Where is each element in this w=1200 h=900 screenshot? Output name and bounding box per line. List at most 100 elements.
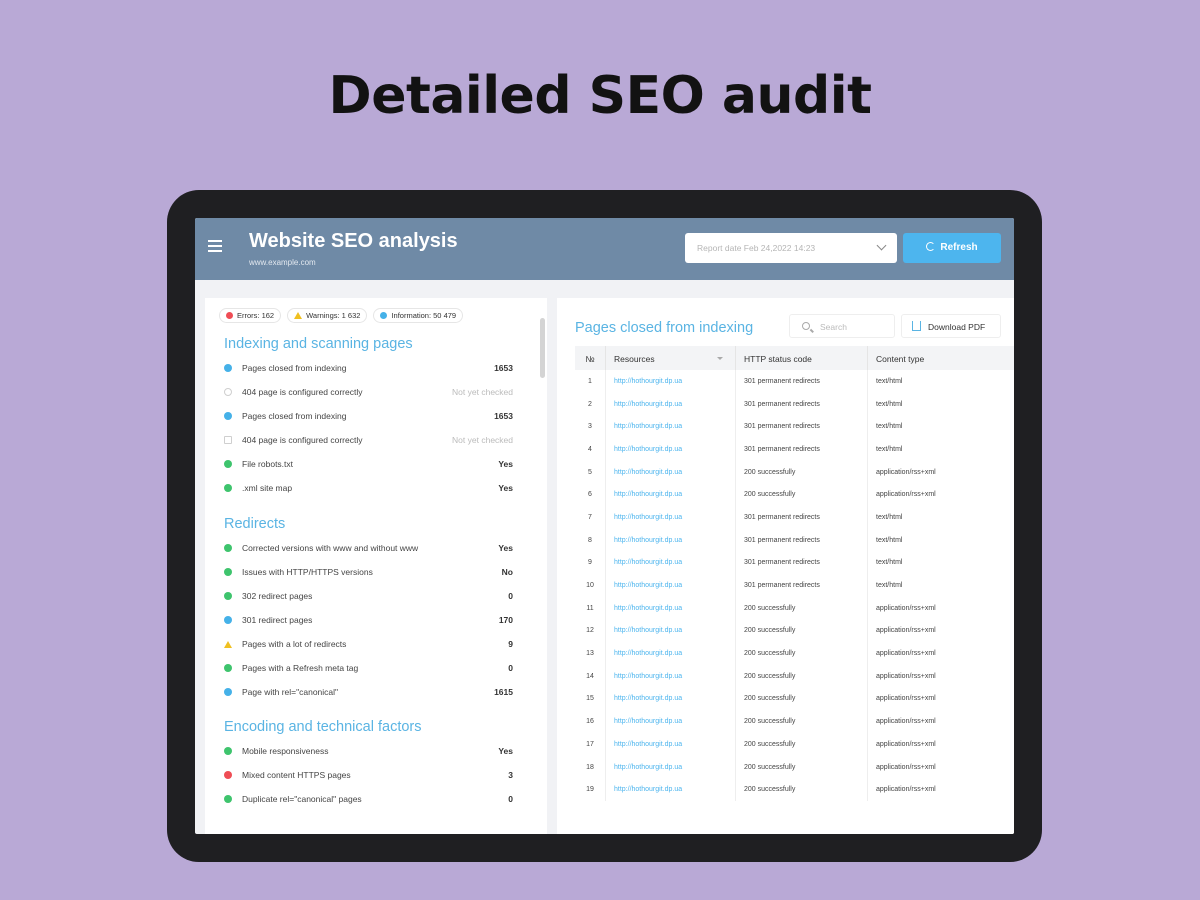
audit-item-label: Pages with a Refresh meta tag <box>242 663 359 673</box>
issue-count-chip[interactable]: Information: 50 479 <box>373 308 464 323</box>
row-number: 16 <box>575 710 606 733</box>
resource-link[interactable]: http://hothourgit.dp.ua <box>606 664 736 688</box>
table-row: 3 http://hothourgit.dp.ua 301 permanent re… <box>575 415 1014 439</box>
http-status: 200 successfully <box>736 460 868 484</box>
resource-link[interactable]: http://hothourgit.dp.ua <box>606 596 736 620</box>
row-number: 12 <box>575 619 606 643</box>
audit-item[interactable]: 404 page is configured correctly Not yet … <box>224 380 524 404</box>
audit-item-label: Pages with a lot of redirects <box>242 639 347 649</box>
resource-link[interactable]: http://hothourgit.dp.ua <box>606 506 736 529</box>
resource-link[interactable]: http://hothourgit.dp.ua <box>606 642 736 665</box>
resource-link[interactable]: http://hothourgit.dp.ua <box>606 392 736 416</box>
audit-item[interactable]: Issues with HTTP/HTTPS versions No <box>224 560 524 584</box>
audit-item-value: Yes <box>498 459 513 469</box>
download-pdf-label: Download PDF <box>928 322 986 332</box>
row-number: 18 <box>575 755 606 779</box>
resource-link[interactable]: http://hothourgit.dp.ua <box>606 755 736 779</box>
row-number: 14 <box>575 664 606 688</box>
audit-item[interactable]: .xml site map Yes <box>224 476 524 500</box>
warning-icon <box>224 640 232 648</box>
error-icon <box>226 312 233 319</box>
content-type: text/html <box>876 559 903 567</box>
table-row: 8 http://hothourgit.dp.ua 301 permanent re… <box>575 528 1014 552</box>
section-title: Indexing and scanning pages <box>224 336 413 352</box>
audit-item[interactable]: Pages closed from indexing 1653 <box>224 356 524 380</box>
content-type: text/html <box>876 536 903 544</box>
resource-link[interactable]: http://hothourgit.dp.ua <box>606 710 736 733</box>
section-title: Encoding and technical factors <box>224 719 422 735</box>
scrollbar-thumb[interactable] <box>540 318 545 378</box>
check-status-icon <box>224 484 232 492</box>
content-type: text/html <box>876 445 903 453</box>
resource-link[interactable]: http://hothourgit.dp.ua <box>606 483 736 507</box>
hamburger-menu-icon[interactable] <box>208 240 222 252</box>
http-status: 200 successfully <box>736 642 868 665</box>
http-status: 301 permanent redirects <box>736 574 868 597</box>
audit-item-value: Yes <box>498 543 513 553</box>
http-status: 200 successfully <box>736 778 868 802</box>
table-header: № Resources HTTP status code Content typ… <box>575 346 1014 370</box>
report-date-select[interactable]: Report date Feb 24,2022 14:23 <box>685 233 897 263</box>
audit-item[interactable]: Duplicate rel="canonical" pages 0 <box>224 787 524 811</box>
table-row: 5 http://hothourgit.dp.ua 200 successfully… <box>575 460 1014 484</box>
table-row: 18 http://hothourgit.dp.ua 200 successfull… <box>575 755 1014 779</box>
resource-link[interactable]: http://hothourgit.dp.ua <box>606 415 736 439</box>
http-status: 200 successfully <box>736 687 868 711</box>
info-status-icon <box>224 688 232 696</box>
audit-summary-panel: Errors: 162 Warnings: 1 632 Information: 5… <box>205 298 547 834</box>
audit-item-value: 0 <box>508 591 513 601</box>
audit-item[interactable]: 302 redirect pages 0 <box>224 584 524 608</box>
content-type: application/rss+xml <box>876 604 936 612</box>
audit-item[interactable]: Corrected versions with www and without … <box>224 536 524 560</box>
check-status-icon <box>224 664 232 672</box>
resource-link[interactable]: http://hothourgit.dp.ua <box>606 778 736 802</box>
audit-item-value: 1653 <box>494 363 513 373</box>
row-number: 3 <box>575 415 606 439</box>
error-status-icon <box>224 771 232 779</box>
column-header-content-type[interactable]: Content type <box>868 346 1014 370</box>
issue-count-chip[interactable]: Errors: 162 <box>219 308 282 323</box>
resource-link[interactable]: http://hothourgit.dp.ua <box>606 687 736 711</box>
audit-item[interactable]: Mobile responsiveness Yes <box>224 739 524 763</box>
info-status-icon <box>224 364 232 372</box>
audit-item[interactable]: Page with rel="canonical" 1615 <box>224 680 524 704</box>
row-number: 4 <box>575 438 606 461</box>
content-type: application/rss+xml <box>876 740 936 748</box>
issue-counters: Errors: 162 Warnings: 1 632 Information: 5… <box>219 308 464 323</box>
details-title: Pages closed from indexing <box>575 320 754 336</box>
check-status-icon <box>224 592 232 600</box>
row-number: 10 <box>575 574 606 597</box>
issue-count-chip[interactable]: Warnings: 1 632 <box>287 308 368 323</box>
resource-link[interactable]: http://hothourgit.dp.ua <box>606 619 736 643</box>
audit-item-label: Pages closed from indexing <box>242 363 347 373</box>
table-row: 9 http://hothourgit.dp.ua 301 permanent re… <box>575 551 1014 575</box>
refresh-button[interactable]: Refresh <box>903 233 1001 263</box>
column-header-status[interactable]: HTTP status code <box>736 346 868 370</box>
audit-item[interactable]: Pages with a lot of redirects 9 <box>224 632 524 656</box>
audit-item[interactable]: Pages with a Refresh meta tag 0 <box>224 656 524 680</box>
resource-link[interactable]: http://hothourgit.dp.ua <box>606 438 736 461</box>
resource-link[interactable]: http://hothourgit.dp.ua <box>606 551 736 575</box>
table-row: 19 http://hothourgit.dp.ua 200 successfull… <box>575 778 1014 802</box>
resource-link[interactable]: http://hothourgit.dp.ua <box>606 370 736 393</box>
audit-item-value: Not yet checked <box>452 387 513 397</box>
table-row: 14 http://hothourgit.dp.ua 200 successfull… <box>575 664 1014 688</box>
http-status: 301 permanent redirects <box>736 506 868 529</box>
resource-link[interactable]: http://hothourgit.dp.ua <box>606 528 736 552</box>
audit-item[interactable]: File robots.txt Yes <box>224 452 524 476</box>
search-input[interactable]: Search <box>789 314 895 338</box>
resource-link[interactable]: http://hothourgit.dp.ua <box>606 574 736 597</box>
audit-item-label: File robots.txt <box>242 459 294 469</box>
content-type: text/html <box>876 377 903 385</box>
column-header-resources[interactable]: Resources <box>606 346 736 370</box>
audit-item-value: 0 <box>508 663 513 673</box>
resource-link[interactable]: http://hothourgit.dp.ua <box>606 733 736 756</box>
resource-link[interactable]: http://hothourgit.dp.ua <box>606 460 736 484</box>
audit-item[interactable]: Pages closed from indexing 1653 <box>224 404 524 428</box>
audit-item[interactable]: Mixed content HTTPS pages 3 <box>224 763 524 787</box>
audit-item[interactable]: 301 redirect pages 170 <box>224 608 524 632</box>
details-panel: Pages closed from indexing Search Downlo… <box>557 298 1014 834</box>
audit-item-value: 0 <box>508 794 513 804</box>
download-pdf-button[interactable]: Download PDF <box>901 314 1001 338</box>
audit-item[interactable]: 404 page is configured correctly Not yet … <box>224 428 524 452</box>
